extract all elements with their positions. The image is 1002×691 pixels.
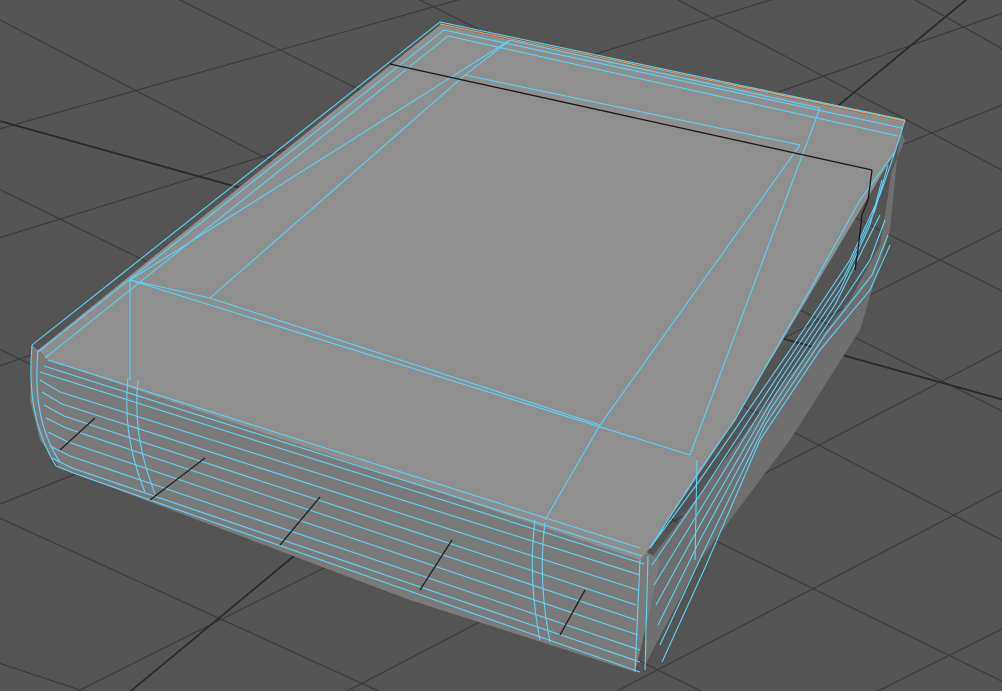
3d-viewport[interactable] xyxy=(0,0,1002,691)
